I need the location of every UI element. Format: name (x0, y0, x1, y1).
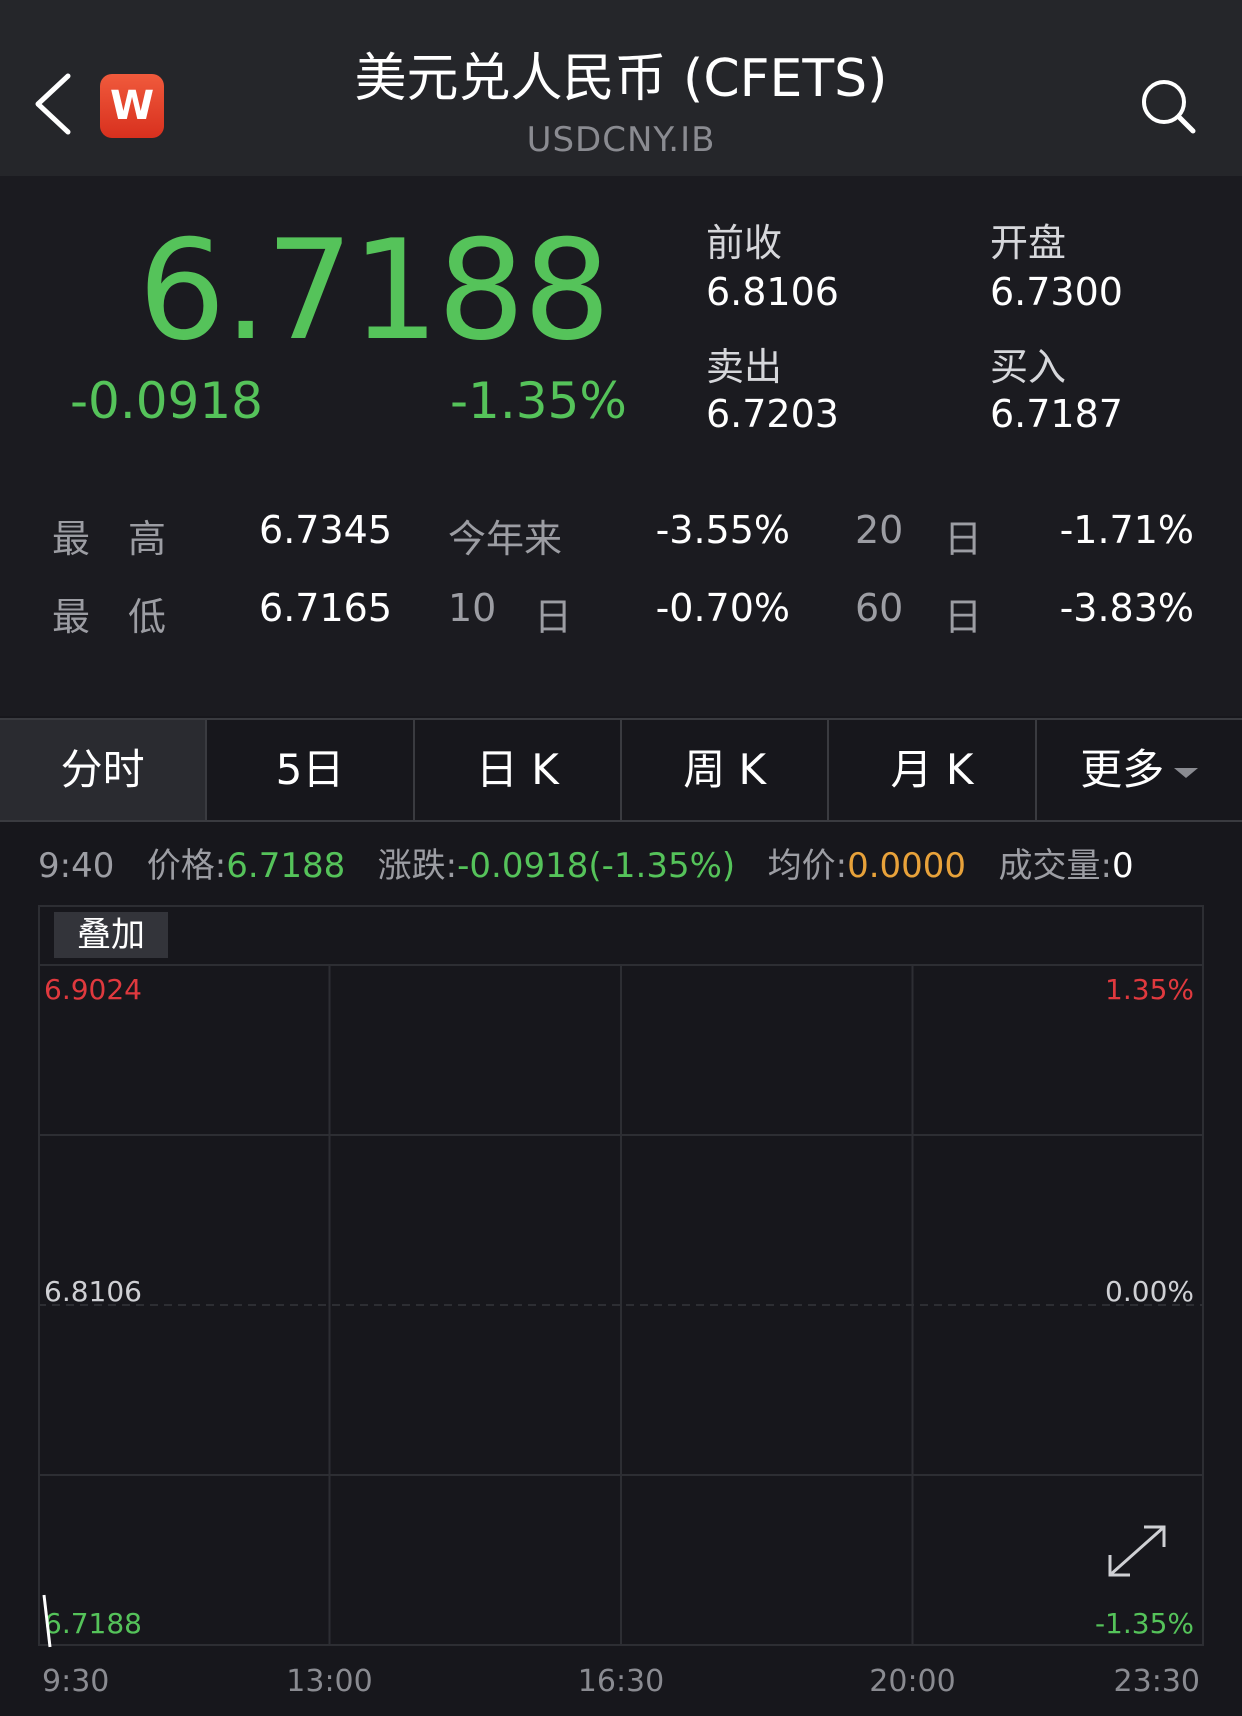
stat-label-10d-unit: 日 (534, 595, 573, 639)
tab-more[interactable]: 更多 (1037, 720, 1242, 820)
tab-label: 月 K (890, 745, 974, 794)
info-avg-label: 均价: (767, 846, 848, 886)
stat-value-60d: -3.83% (1059, 586, 1194, 630)
x-axis-time-label: 9:30 (42, 1664, 109, 1699)
price-change: -0.0918 (70, 372, 263, 430)
info-volume-label: 成交量: (998, 846, 1112, 886)
stat-label-20d-unit: 日 (944, 517, 983, 561)
logo-letter: W (109, 83, 155, 129)
stat-label-ask: 卖出 (706, 345, 783, 389)
stat-value-20d: -1.71% (1059, 508, 1194, 552)
price-change-percent: -1.35% (450, 372, 627, 430)
tab-label: 更多 (1080, 745, 1165, 794)
chart-period-tabs: 分时 5日 日 K 周 K 月 K 更多 (0, 718, 1242, 822)
info-change-label: 涨跌: (377, 846, 458, 886)
stat-value-high: 6.7345 (259, 508, 392, 552)
app-logo[interactable]: W (100, 74, 164, 138)
tab-5day[interactable]: 5日 (207, 720, 415, 820)
stat-label-60d-unit: 日 (944, 595, 983, 639)
tab-weekly-k[interactable]: 周 K (622, 720, 830, 820)
info-time: 9:40 (38, 846, 115, 886)
stat-value-10d: -0.70% (655, 586, 790, 630)
info-change-value: -0.0918(-1.35%) (457, 846, 736, 886)
y-axis-price-label: 6.9024 (44, 973, 142, 1006)
page-title: 美元兑人民币 (CFETS) (354, 49, 888, 109)
tab-intraday[interactable]: 分时 (0, 720, 208, 820)
y-axis-price-label: 6.7188 (44, 1607, 142, 1640)
x-axis-time-label: 13:00 (286, 1664, 372, 1699)
search-button[interactable] (1138, 76, 1198, 136)
stat-label-10d-num: 10 (448, 586, 497, 630)
x-axis-time-label: 20:00 (869, 1664, 955, 1699)
tab-label: 5日 (275, 745, 345, 794)
tab-label: 分时 (60, 745, 145, 794)
caret-down-icon (1174, 767, 1199, 778)
stat-value-prev-close: 6.8106 (706, 270, 839, 314)
stat-label-prev-close: 前收 (706, 221, 783, 265)
stat-value-open: 6.7300 (990, 270, 1123, 314)
intraday-chart[interactable]: 6.9024 1.35% 6.8106 0.00% 6.7188 -1.35% 9:30 13… (38, 905, 1204, 1716)
tab-monthly-k[interactable]: 月 K (829, 720, 1037, 820)
search-icon (1142, 80, 1196, 134)
stat-value-ask: 6.7203 (706, 392, 839, 436)
stat-label-20d-num: 20 (855, 508, 904, 552)
y-axis-percent-label: 1.35% (1105, 973, 1194, 1006)
overlay-button[interactable]: 叠加 (54, 912, 168, 958)
stat-value-low: 6.7165 (259, 586, 392, 630)
info-avg-value: 0.0000 (847, 846, 967, 886)
y-axis-percent-label: 0.00% (1105, 1275, 1194, 1308)
stat-label-high: 最 高 (52, 517, 167, 561)
stat-label-60d-num: 60 (855, 586, 904, 630)
info-price-label: 价格: (146, 846, 227, 886)
y-axis-price-label: 6.8106 (44, 1275, 142, 1308)
symbol-code: USDCNY.IB (526, 120, 716, 160)
stat-label-open: 开盘 (990, 221, 1067, 265)
stat-value-bid: 6.7187 (990, 392, 1123, 436)
stat-value-ytd: -3.55% (655, 508, 790, 552)
expand-icon[interactable] (1108, 1525, 1166, 1577)
tab-label: 周 K (683, 745, 767, 794)
y-axis-percent-label: -1.35% (1095, 1607, 1194, 1640)
stat-label-ytd: 今年来 (448, 517, 563, 561)
tab-daily-k[interactable]: 日 K (415, 720, 622, 820)
chevron-left-icon (35, 73, 71, 135)
x-axis-time-label: 23:30 (1114, 1664, 1200, 1699)
crosshair-info: 9:40 价格:6.7188 涨跌:-0.0918(-1.35%) 均价:0.0… (38, 838, 1134, 887)
back-button[interactable] (26, 64, 86, 144)
x-axis-time-label: 16:30 (578, 1664, 664, 1699)
info-volume-value: 0 (1111, 846, 1134, 886)
stat-label-low: 最 低 (52, 595, 167, 639)
info-price-value: 6.7188 (226, 846, 346, 886)
tab-label: 日 K (475, 745, 559, 794)
current-price: 6.7188 (138, 210, 611, 371)
stat-label-bid: 买入 (990, 345, 1067, 389)
